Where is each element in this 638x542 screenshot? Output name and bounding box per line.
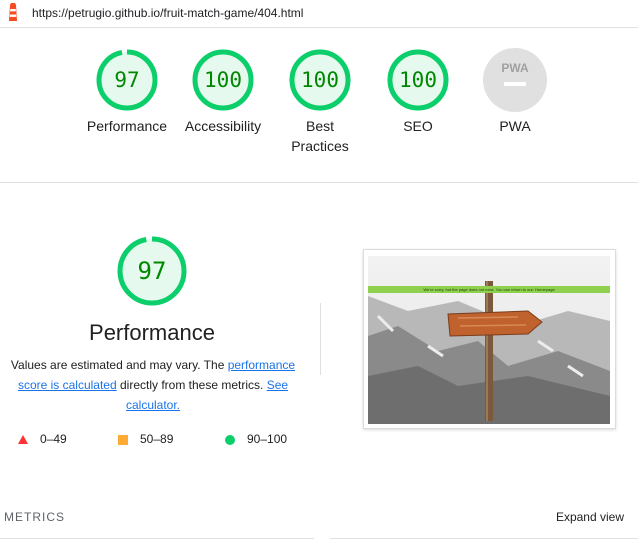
metrics-heading: METRICS	[4, 510, 65, 524]
desc-text: Values are estimated and may vary. The	[10, 358, 228, 372]
report-url[interactable]: https://petrugio.github.io/fruit-match-g…	[32, 6, 303, 20]
metrics-divider-right	[330, 538, 638, 539]
gauge-seo[interactable]: 100 SEO	[373, 48, 463, 136]
expand-view-button[interactable]: Expand view	[556, 510, 624, 524]
performance-description: Values are estimated and may vary. The p…	[4, 355, 302, 415]
gauge-score: 100	[301, 68, 339, 92]
legend-label: 50–89	[140, 432, 174, 446]
error-banner: We're sorry, but the page does not exist…	[368, 286, 610, 293]
performance-title: Performance	[89, 320, 215, 345]
pwa-icon: PWA	[483, 48, 547, 112]
gauge-label: Accessibility	[184, 118, 262, 134]
gauge-label: PWA	[499, 118, 531, 134]
final-screenshot[interactable]: We're sorry, but the page does not exist…	[363, 249, 616, 429]
gauge-best-practices[interactable]: 100 Best Practices	[280, 48, 360, 156]
gauge-label: Best Practices	[291, 118, 349, 154]
signpost-image	[368, 256, 610, 424]
square-icon	[118, 434, 128, 445]
performance-score: 97	[137, 257, 167, 285]
triangle-icon	[18, 435, 28, 445]
legend-average: 50–89	[118, 432, 173, 446]
gauge-label: Performance	[86, 118, 168, 134]
legend-fail: 0–49	[18, 432, 67, 446]
gauge-score: 100	[399, 68, 437, 92]
gauge-score: 97	[114, 68, 140, 92]
svg-text:PWA: PWA	[501, 61, 529, 75]
legend-label: 90–100	[247, 432, 288, 446]
vertical-divider	[320, 303, 321, 375]
gauge-label: SEO	[403, 118, 433, 134]
metrics-divider-left	[0, 538, 314, 539]
circle-icon	[225, 434, 235, 445]
gauge-pwa[interactable]: PWA PWA	[470, 48, 560, 136]
report-url-bar: https://petrugio.github.io/fruit-match-g…	[0, 0, 638, 28]
desc-text: directly from these metrics.	[116, 378, 267, 392]
legend-label: 0–49	[40, 432, 67, 446]
performance-gauge: 97	[116, 235, 188, 307]
section-divider	[0, 182, 638, 183]
legend-pass: 90–100	[225, 432, 287, 446]
gauge-accessibility[interactable]: 100 Accessibility	[178, 48, 268, 136]
lighthouse-icon	[9, 3, 17, 21]
gauge-score: 100	[204, 68, 242, 92]
gauge-performance[interactable]: 97 Performance	[82, 48, 172, 136]
